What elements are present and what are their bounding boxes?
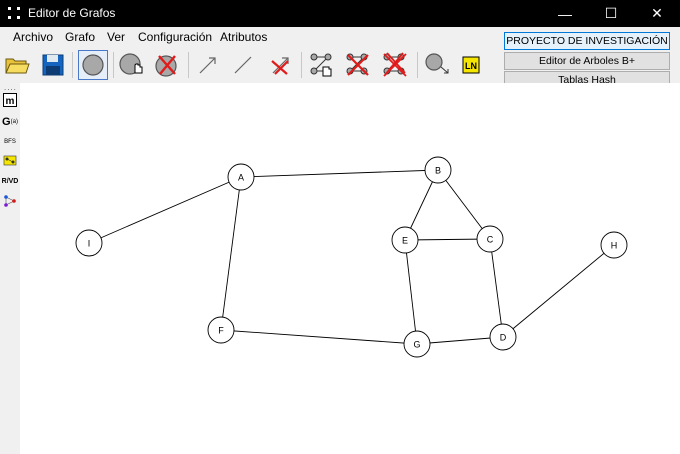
node-label-g: G [413,340,420,350]
project-button[interactable]: PROYECTO DE INVESTIGACIÓN [504,32,670,50]
menu-archivo[interactable]: Archivo [13,30,53,44]
app-icon [8,7,20,19]
maximize-button[interactable]: ☐ [588,0,634,27]
right-panel: PROYECTO DE INVESTIGACIÓN Editor de Arbo… [500,27,680,89]
clear-all-icon[interactable] [380,50,410,80]
node-label-d: D [500,333,507,343]
menu-bar: Archivo Grafo Ver Configuración Atributo… [0,27,500,47]
menu-grafo[interactable]: Grafo [65,30,95,44]
edge-c-d[interactable] [489,238,504,338]
open-folder-icon[interactable] [2,50,32,80]
node-arrow-icon[interactable] [422,50,452,80]
minimize-button[interactable]: — [542,0,588,27]
move-node-icon[interactable] [117,50,147,80]
node-label-b: B [435,166,441,176]
delete-graph-icon[interactable] [343,50,373,80]
rvd-icon[interactable]: R/VD [2,173,19,189]
graph-info-icon[interactable]: G (a) [2,114,18,130]
matrix-icon[interactable]: m [2,92,18,108]
edge-a-i[interactable] [88,176,242,244]
svg-text:m: m [6,96,15,107]
edge-e-g[interactable] [404,239,418,345]
edge-a-f[interactable] [220,176,242,331]
close-button[interactable]: ✕ [634,0,680,27]
bfs-icon[interactable]: BFS [2,134,18,150]
mini-graph-icon[interactable] [2,193,18,209]
edge-a-b[interactable] [240,169,439,178]
node-label-c: C [487,235,494,245]
save-icon[interactable] [38,50,68,80]
directed-edge-icon[interactable] [193,50,223,80]
node-label-a: A [238,173,244,183]
add-node-icon[interactable] [78,50,108,80]
node-label-h: H [611,241,618,251]
undirected-edge-icon[interactable] [228,50,258,80]
title-bar: Editor de Grafos — ☐ ✕ [0,0,680,27]
node-label-f: F [218,326,224,336]
rename-icon[interactable]: LN [456,50,486,80]
rename-icon-label: LN [465,61,477,71]
node-label-i: I [88,239,91,249]
menu-atributos[interactable]: Atributos [220,30,267,44]
window-title: Editor de Grafos [28,6,116,20]
bplus-tree-editor-button[interactable]: Editor de Arboles B+ [504,52,670,70]
edge-d-h[interactable] [502,244,615,338]
menu-ver[interactable]: Ver [107,30,125,44]
toolbar: LN [0,47,500,83]
edge-f-g[interactable] [220,329,418,345]
delete-edge-icon[interactable] [266,50,296,80]
app-window: Editor de Grafos — ☐ ✕ Archivo Grafo Ver… [0,0,680,454]
sidebar-grip: .... [4,83,17,92]
menu-configuracion[interactable]: Configuración [138,30,212,44]
left-sidebar: .... m G (a) BFS R/VD [0,83,20,454]
dfs-icon[interactable] [2,152,18,168]
graph-canvas[interactable]: A B C D E F G H I [20,83,680,454]
delete-node-icon[interactable] [152,50,182,80]
move-graph-icon[interactable] [307,50,337,80]
graph-drawing[interactable]: A B C D E F G H I [20,83,680,454]
node-label-e: E [402,236,408,246]
